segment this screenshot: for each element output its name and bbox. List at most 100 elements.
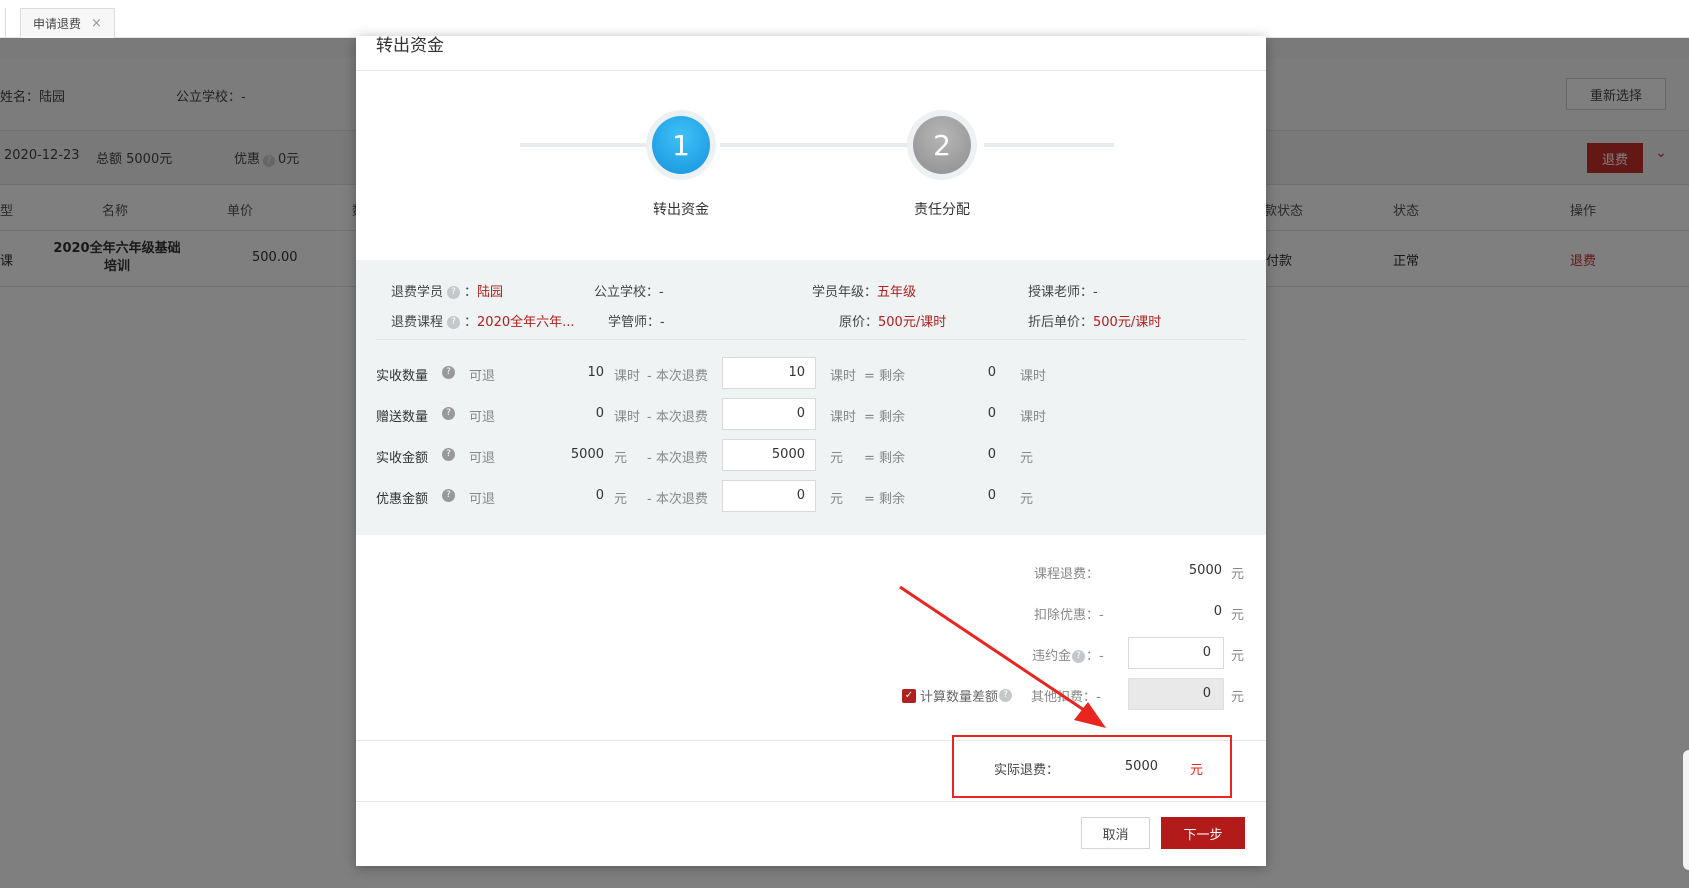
info-divider: [376, 339, 1246, 340]
unit-label: 元: [614, 492, 628, 507]
step-line-left: [520, 143, 650, 147]
qty-row-received-count: 实收数量 ? 可退 10 课时 - 本次退费 10 课时 = 剩余 0 课时: [356, 357, 1266, 389]
refund-student-label: 退费学员: [391, 285, 444, 300]
deduct-discount-label: 扣除优惠：-: [1034, 608, 1104, 623]
unit-label: 元: [830, 492, 844, 507]
tab-label: 申请退费: [33, 17, 82, 31]
public-school-info: 公立学校：-: [594, 285, 664, 300]
modal-title: 转出资金: [376, 36, 444, 56]
step-line-right: [984, 143, 1114, 147]
step-2-label: 责任分配: [914, 202, 970, 218]
penalty-label: 违约金: [1032, 649, 1072, 664]
cancel-button[interactable]: 取消: [1081, 817, 1150, 849]
calc-diff-checkbox[interactable]: ✓ 计算数量差额?: [902, 686, 1013, 705]
qty-row-received-amount: 实收金额 ? 可退 5000 元 - 本次退费 5000 元 = 剩余 0 元: [356, 439, 1266, 471]
actual-refund-highlight: 实际退费： 5000 元: [952, 735, 1232, 798]
qty-row-gift-count: 赠送数量 ? 可退 0 课时 - 本次退费 0 课时 = 剩余 0 课时: [356, 398, 1266, 430]
unit-label: 元: [1020, 451, 1034, 466]
course-refund-value: 5000: [1188, 563, 1222, 578]
refundable-label: 可退: [469, 410, 496, 425]
step-line-middle: [720, 143, 914, 147]
unit-label: 元: [1020, 492, 1034, 507]
original-price-value: 500元/课时: [878, 315, 947, 330]
next-step-button[interactable]: 下一步: [1161, 817, 1245, 849]
unit-label: 课时: [1020, 410, 1047, 425]
grade-value: 五年级: [877, 285, 917, 300]
actual-refund-value: 5000: [1124, 759, 1158, 774]
remain-label: = 剩余: [864, 451, 906, 466]
discount-price: 折后单价：500元/课时: [1028, 311, 1161, 330]
unit-label: 课时: [1020, 369, 1047, 384]
checkbox-checked-icon[interactable]: ✓: [902, 688, 916, 703]
manager-info: 学管师：-: [608, 315, 665, 330]
this-refund-label: - 本次退费: [647, 451, 708, 466]
help-icon: ?: [442, 407, 455, 420]
tab-apply-refund[interactable]: 申请退费 ×: [20, 8, 115, 38]
help-icon: ?: [1072, 650, 1086, 663]
refund-info-block: 退费学员? ：陆园 公立学校：- 学员年级：五年级 授课老师：- 退费课程? ：20…: [356, 260, 1266, 535]
unit-label: 元: [830, 451, 844, 466]
title-divider: [356, 70, 1266, 71]
unit-label: 元: [614, 451, 628, 466]
remain-label: = 剩余: [864, 369, 906, 384]
step-1: 1: [646, 110, 716, 180]
this-refund-input[interactable]: 0: [722, 480, 816, 512]
refund-student: 退费学员? ：陆园: [391, 285, 504, 300]
remain-label: = 剩余: [864, 410, 906, 425]
transfer-funds-modal: 转出资金 1 2 转出资金 责任分配 退费学员? ：陆园 公立学校：- 学员年级：…: [356, 36, 1266, 866]
step-1-label: 转出资金: [653, 202, 709, 218]
refund-course: 退费课程? ：2020全年六年...: [391, 315, 575, 330]
actual-refund-label: 实际退费：: [994, 763, 1060, 778]
side-handle: [1683, 750, 1689, 870]
deduct-discount-row: 扣除优惠：- 0 元: [356, 596, 1266, 628]
unit-label: 课时: [614, 369, 641, 384]
penalty: 违约金? ：-: [1032, 645, 1104, 664]
help-icon: ?: [442, 448, 455, 461]
this-refund-input[interactable]: 0: [722, 398, 816, 430]
unit-label: 课时: [830, 369, 857, 384]
close-icon[interactable]: ×: [91, 16, 102, 31]
unit-label: 元: [1231, 608, 1245, 623]
remain-value: 0: [987, 365, 996, 380]
help-icon: ?: [442, 489, 455, 502]
this-refund-label: - 本次退费: [647, 410, 708, 425]
qty-row-discount-amount: 优惠金额 ? 可退 0 元 - 本次退费 0 元 = 剩余 0 元: [356, 480, 1266, 512]
row-label: 优惠金额: [376, 492, 429, 507]
remain-label: = 剩余: [864, 492, 906, 507]
course-refund-label: 课程退费：: [1034, 567, 1100, 582]
other-fee-input[interactable]: 0: [1128, 678, 1224, 710]
tab-edge: [0, 8, 6, 38]
row-label: 赠送数量: [376, 410, 429, 425]
other-fee-row: ✓ 计算数量差额? 其他扣费：- 0 元: [356, 678, 1266, 710]
refundable-value: 0: [595, 406, 604, 421]
remain-value: 0: [987, 488, 996, 503]
penalty-input[interactable]: 0: [1128, 637, 1224, 669]
remain-value: 0: [987, 406, 996, 421]
step-2: 2: [907, 110, 977, 180]
refund-course-label: 退费课程: [391, 315, 444, 330]
course-refund-row: 课程退费： 5000 元: [356, 555, 1266, 587]
help-icon: ?: [442, 366, 455, 379]
this-refund-label: - 本次退费: [647, 369, 708, 384]
refundable-label: 可退: [469, 369, 496, 384]
unit-label: 元: [1231, 690, 1245, 705]
this-refund-input[interactable]: 10: [722, 357, 816, 389]
refund-student-value: 陆园: [477, 285, 504, 300]
tab-bar: 申请退费 ×: [0, 0, 1689, 38]
original-price-label: 原价：: [839, 315, 879, 330]
discount-price-label: 折后单价：: [1028, 315, 1094, 330]
student-grade: 学员年级：五年级: [812, 281, 916, 300]
unit-label: 课时: [830, 410, 857, 425]
refundable-value: 5000: [570, 447, 604, 462]
grade-label: 学员年级：: [812, 285, 878, 300]
remain-value: 0: [987, 447, 996, 462]
refundable-label: 可退: [469, 451, 496, 466]
step-1-number: 1: [652, 116, 710, 174]
row-label: 实收数量: [376, 369, 429, 384]
refundable-label: 可退: [469, 492, 496, 507]
step-2-number: 2: [913, 116, 971, 174]
actual-refund-unit: 元: [1190, 763, 1204, 778]
this-refund-input[interactable]: 5000: [722, 439, 816, 471]
other-fee-label: 其他扣费：-: [1031, 690, 1101, 705]
this-refund-label: - 本次退费: [647, 492, 708, 507]
